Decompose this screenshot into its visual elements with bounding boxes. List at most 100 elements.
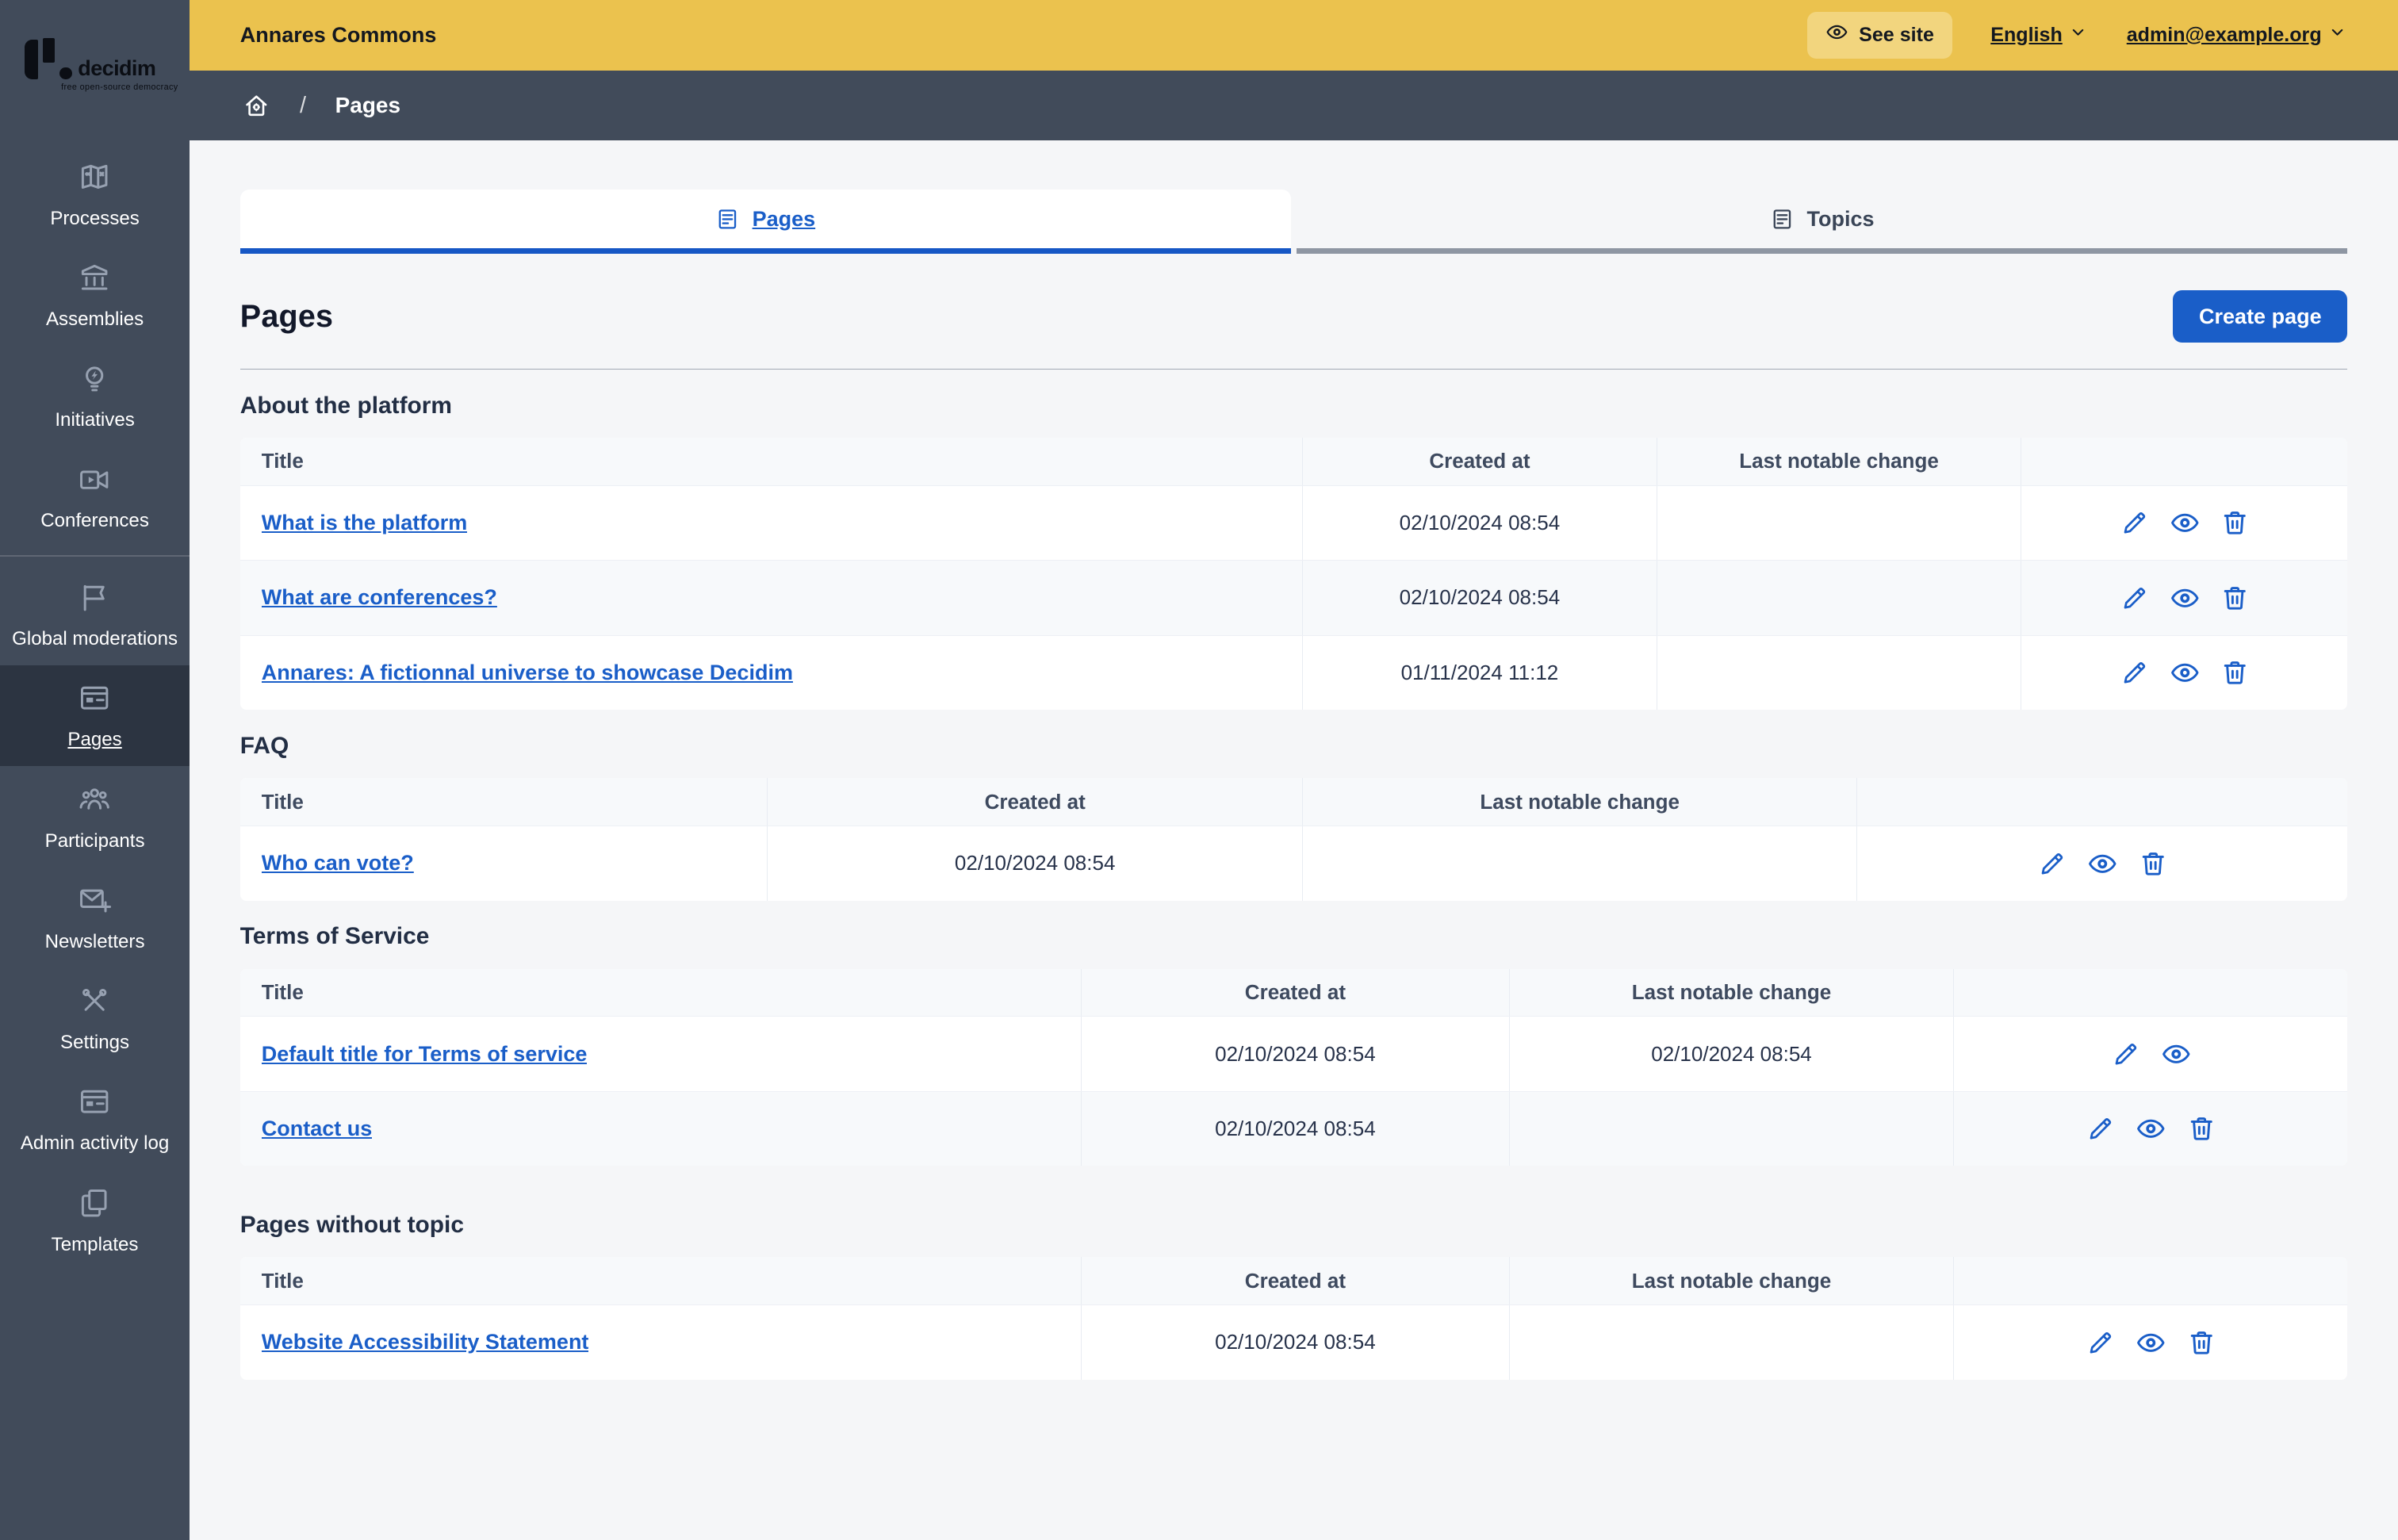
column-header-last-notable-change: Last notable change [1656, 437, 2021, 485]
page-title-link[interactable]: What are conferences? [262, 585, 497, 610]
home-icon[interactable] [242, 91, 271, 121]
page-sections: About the platform Title Created at Last no… [239, 393, 2348, 1380]
edit-button[interactable] [2119, 508, 2150, 538]
delete-button[interactable] [2220, 583, 2251, 614]
section-terms-of-service: Terms of Service Title Created at Last nota… [239, 923, 2348, 1166]
content-area: Pages Topics Pages Create page About the … [190, 140, 2398, 1540]
edit-button[interactable] [2119, 657, 2150, 688]
pages-table: Title Created at Last notable change What i… [239, 437, 2348, 711]
delete-button[interactable] [2220, 657, 2251, 688]
edit-button[interactable] [2085, 1113, 2116, 1144]
sidebar-item-assemblies[interactable]: Assemblies [0, 245, 190, 346]
column-header-actions [2021, 437, 2347, 485]
delete-icon [2220, 583, 2251, 614]
user-menu-dropdown[interactable]: admin@example.org [2127, 22, 2348, 48]
actions-cell [1953, 1017, 2347, 1091]
chevron-down-icon [2068, 22, 2088, 48]
page-title-link[interactable]: Annares: A fictionnal universe to showca… [262, 661, 793, 685]
sidebar-item-participants[interactable]: Participants [0, 766, 190, 867]
table-header-row: Title Created at Last notable change [239, 437, 2348, 485]
topbar-menu: See site English admin@example.org [1806, 11, 2348, 59]
edit-icon [2085, 1113, 2116, 1144]
decidim-logo[interactable]: decidim free open-source democracy [0, 0, 190, 140]
table-header-row: Title Created at Last notable change [239, 1257, 2348, 1305]
tab-label: Topics [1806, 206, 1875, 231]
page-title-link[interactable]: Who can vote? [262, 851, 414, 875]
last-notable-change-cell [1656, 561, 2021, 635]
page-title-link[interactable]: Contact us [262, 1117, 373, 1141]
preview-button[interactable] [2161, 1039, 2192, 1070]
eye-icon [2136, 1327, 2166, 1358]
last-notable-change-cell: 02/10/2024 08:54 [1508, 1017, 1954, 1091]
preview-button[interactable] [2136, 1113, 2166, 1144]
create-page-button[interactable]: Create page [2173, 290, 2348, 343]
created-at-cell: 02/10/2024 08:54 [1081, 1091, 1508, 1166]
table-header-row: Title Created at Last notable change [239, 968, 2348, 1017]
eye-icon [2170, 583, 2201, 614]
edit-button[interactable] [2119, 583, 2150, 614]
sidebar-item-conferences[interactable]: Conferences [0, 446, 190, 547]
page-title-link[interactable]: Default title for Terms of service [262, 1042, 588, 1067]
lightbulb-flash-icon [77, 361, 112, 402]
actions-cell [1856, 826, 2347, 901]
decidim-logo-text: decidim [78, 56, 156, 81]
sidebar-item-templates[interactable]: Templates [0, 1170, 190, 1270]
language-dropdown[interactable]: English [1990, 22, 2088, 48]
sidebar-item-admin-activity-log[interactable]: Admin activity log [0, 1069, 190, 1170]
edit-button[interactable] [2110, 1039, 2141, 1070]
tab-pages[interactable]: Pages [239, 190, 1291, 255]
eye-icon [2087, 849, 2118, 879]
pages-table: Title Created at Last notable change Websit… [239, 1257, 2348, 1380]
page-title: Pages [239, 298, 334, 334]
see-site-button[interactable]: See site [1806, 11, 1953, 59]
tab-topics[interactable]: Topics [1297, 190, 2348, 255]
last-notable-change-cell [1656, 635, 2021, 711]
section-title: Terms of Service [239, 923, 430, 950]
column-header-actions [1953, 1257, 2347, 1305]
preview-button[interactable] [2087, 849, 2118, 879]
delete-icon [2186, 1327, 2217, 1358]
column-header-last-notable-change: Last notable change [1508, 1257, 1954, 1305]
preview-button[interactable] [2136, 1327, 2166, 1358]
title-cell: What is the platform [240, 486, 1302, 561]
column-header-created-at: Created at [1302, 437, 1656, 485]
sidebar-item-pages[interactable]: Pages [0, 665, 190, 767]
delete-icon [2186, 1113, 2217, 1144]
table-row: Default title for Terms of service 02/10/… [239, 1016, 2348, 1091]
edit-button[interactable] [2036, 849, 2067, 879]
preview-button[interactable] [2170, 657, 2201, 688]
section-title: Pages without topic [239, 1212, 464, 1239]
eye-icon [2136, 1113, 2166, 1144]
last-notable-change-cell [1508, 1091, 1954, 1166]
section-pages-without-topic: Pages without topic Title Created at Last n… [239, 1212, 2348, 1380]
sidebar-item-settings[interactable]: Settings [0, 968, 190, 1069]
sidebar-item-processes[interactable]: Processes [0, 144, 190, 244]
column-header-actions [1856, 778, 2347, 826]
preview-button[interactable] [2170, 508, 2201, 538]
page-header: Pages Create page [240, 290, 2348, 343]
column-header-last-notable-change: Last notable change [1302, 778, 1856, 826]
sidebar-item-initiatives[interactable]: Initiatives [0, 346, 190, 446]
page-title-link[interactable]: Website Accessibility Statement [262, 1330, 589, 1354]
section-faq: FAQ Title Created at Last notable change Who… [239, 733, 2348, 901]
actions-cell [1953, 1091, 2347, 1166]
article-icon [1770, 207, 1795, 232]
column-header-created-at: Created at [1081, 968, 1508, 1017]
edit-button[interactable] [2085, 1327, 2116, 1358]
title-cell: Default title for Terms of service [240, 1017, 1081, 1091]
actions-cell [2021, 635, 2347, 711]
delete-button[interactable] [2186, 1113, 2217, 1144]
delete-button[interactable] [2220, 508, 2251, 538]
preview-button[interactable] [2170, 583, 2201, 614]
edit-icon [2119, 657, 2150, 688]
sidebar-item-label: Global moderations [12, 627, 178, 649]
column-header-title: Title [261, 789, 304, 814]
delete-button[interactable] [2186, 1327, 2217, 1358]
last-notable-change-cell [1302, 826, 1856, 901]
delete-button[interactable] [2138, 849, 2169, 879]
mail-add-icon [77, 883, 112, 924]
sidebar-item-global-moderations[interactable]: Global moderations [0, 565, 190, 665]
sidebar-item-newsletters[interactable]: Newsletters [0, 867, 190, 967]
page-title-link[interactable]: What is the platform [262, 511, 468, 535]
sidebar-item-label: Initiatives [55, 409, 135, 431]
